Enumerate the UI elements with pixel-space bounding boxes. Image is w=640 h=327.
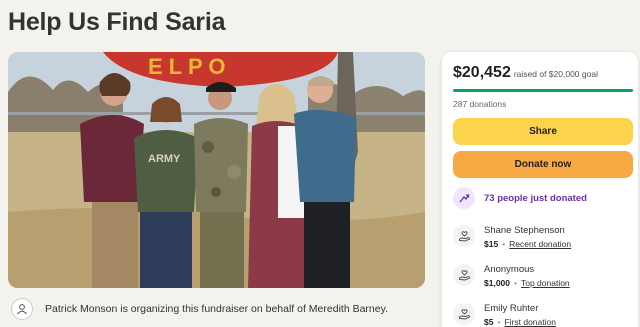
first-donation-link[interactable]: First donation — [504, 317, 556, 327]
donation-count: 287 donations — [453, 99, 507, 109]
organizer-row: Patrick Monson is organizing this fundra… — [8, 296, 428, 322]
raised-summary: $20,452 raised of $20,000 goal — [453, 64, 598, 82]
donate-now-button[interactable]: Donate now — [453, 151, 633, 178]
page-title: Help Us Find Saria — [8, 8, 226, 36]
campaign-photo: E L P O ARMY — [8, 52, 425, 288]
top-donation-link[interactable]: Top donation — [521, 278, 570, 288]
donor-item: Shane Stephenson $15 • Recent donation — [453, 224, 633, 251]
donor-amount: $15 — [484, 239, 499, 249]
donation-hand-icon — [453, 264, 475, 286]
svg-text:ARMY: ARMY — [148, 153, 181, 165]
goal-text: raised of $20,000 goal — [513, 69, 598, 79]
recent-activity[interactable]: 73 people just donated — [453, 187, 587, 209]
donor-amount: $5 — [484, 317, 494, 327]
donation-hand-icon — [453, 225, 475, 247]
donor-name: Emily Ruhter — [484, 303, 539, 314]
progress-bar — [453, 89, 633, 92]
raised-amount: $20,452 — [453, 64, 511, 81]
donation-panel: $20,452 raised of $20,000 goal 287 donati… — [442, 52, 638, 327]
recent-donation-link[interactable]: Recent donation — [509, 239, 571, 249]
trending-up-icon — [453, 187, 475, 209]
progress-fill — [453, 89, 633, 92]
user-icon — [11, 298, 33, 320]
recent-activity-text: 73 people just donated — [484, 192, 587, 204]
share-button[interactable]: Share — [453, 118, 633, 145]
donor-amount: $1,000 — [484, 278, 510, 288]
organizer-text: Patrick Monson is organizing this fundra… — [45, 303, 388, 315]
donor-item: Anonymous $1,000 • Top donation — [453, 263, 633, 290]
donor-name: Shane Stephenson — [484, 225, 565, 236]
donation-hand-icon — [453, 303, 475, 325]
banner-text: E L P O — [148, 54, 225, 79]
donor-item: Emily Ruhter $5 • First donation — [453, 302, 633, 327]
donor-name: Anonymous — [484, 264, 535, 275]
